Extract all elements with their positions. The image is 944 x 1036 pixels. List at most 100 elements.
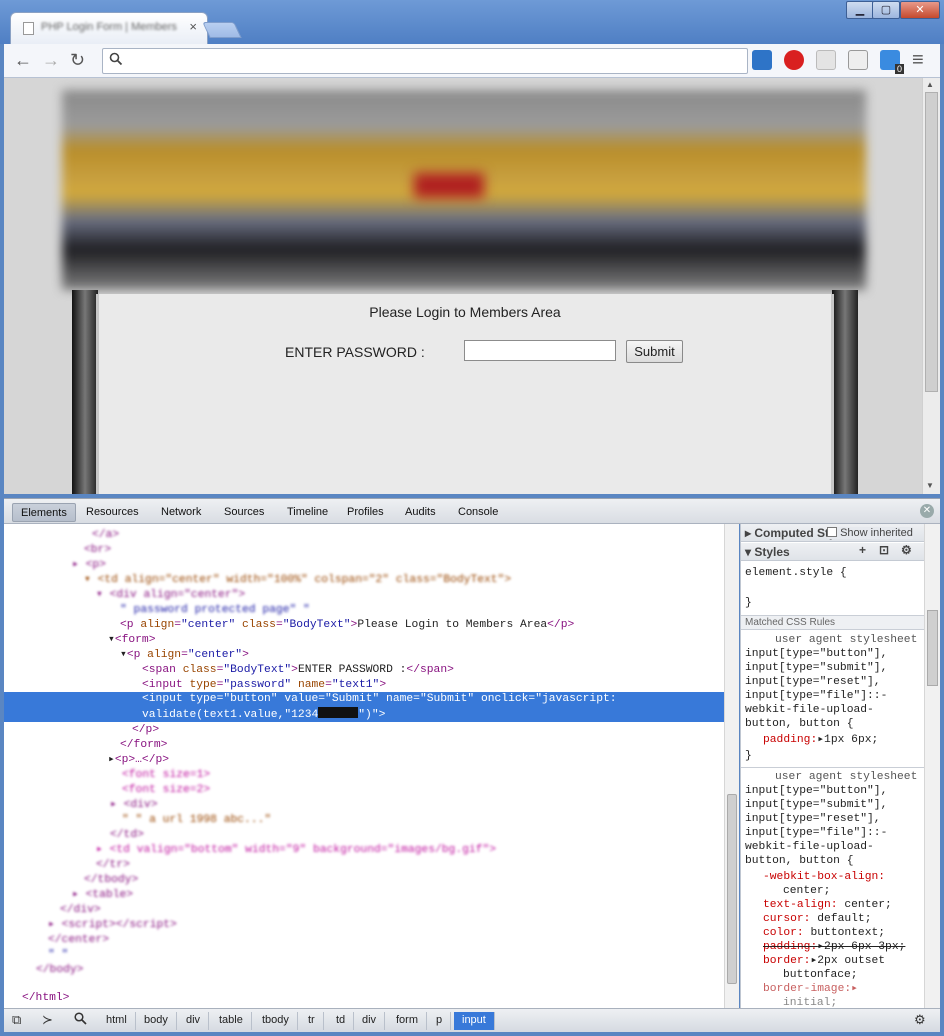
tab-console[interactable]: Console xyxy=(450,503,506,522)
breadcrumb-form[interactable]: form xyxy=(388,1012,427,1030)
gear-icon[interactable]: ⚙ xyxy=(901,543,912,557)
rule-decl[interactable]: border:▸2px outset xyxy=(763,954,885,968)
styles-header[interactable]: ▾ Styles + ⊡ ⚙ xyxy=(741,543,924,561)
breadcrumb-input[interactable]: input xyxy=(454,1012,495,1030)
address-input[interactable] xyxy=(129,51,739,71)
rule-decl[interactable]: -webkit-box-align: xyxy=(763,870,885,884)
tree-line-p-center[interactable]: ▾<p align="center"> xyxy=(120,648,249,663)
console-drawer-icon[interactable]: ≻ xyxy=(42,1012,53,1028)
show-inherited-checkbox[interactable] xyxy=(827,527,837,537)
devtools-close-icon[interactable]: ✕ xyxy=(920,504,934,518)
left-frame xyxy=(72,290,98,494)
submit-button[interactable]: Submit xyxy=(626,340,683,363)
selected-node-input-button[interactable]: <input type="button" value="Submit" name… xyxy=(4,692,724,722)
search-icon[interactable] xyxy=(74,1012,87,1028)
tree-line-span[interactable]: <span class="BodyText">ENTER PASSWORD :<… xyxy=(142,663,454,678)
breadcrumb-body[interactable]: body xyxy=(136,1012,177,1030)
extension-screen-icon[interactable] xyxy=(752,50,772,70)
extension-stop-icon[interactable] xyxy=(784,50,804,70)
extension-envelope-icon[interactable] xyxy=(848,50,868,70)
tree-line-blurred: ▾ <div align="center"> xyxy=(96,589,246,601)
password-input[interactable] xyxy=(464,340,616,361)
login-panel: Please Login to Members Area ENTER PASSW… xyxy=(96,294,834,494)
show-inherited-toggle[interactable]: Show inherited xyxy=(827,527,913,539)
rule-decl[interactable]: cursor: default; xyxy=(763,912,871,926)
breadcrumb-div[interactable]: div xyxy=(354,1012,386,1030)
tab-resources[interactable]: Resources xyxy=(78,503,147,522)
scroll-up-icon[interactable]: ▲ xyxy=(926,80,934,89)
breadcrumb-tbody[interactable]: tbody xyxy=(254,1012,298,1030)
scroll-down-icon[interactable]: ▼ xyxy=(926,481,934,490)
rule-divider xyxy=(741,767,924,768)
element-style-close: } xyxy=(745,597,752,609)
rule-decl[interactable]: border-image:▸ xyxy=(763,982,858,996)
banner-highlight xyxy=(414,173,484,198)
tree-line-html-close[interactable]: </html> xyxy=(22,991,69,1006)
breadcrumb-p[interactable]: p xyxy=(428,1012,452,1030)
elements-scroll-thumb[interactable] xyxy=(727,794,737,984)
page-viewport: Please Login to Members Area ENTER PASSW… xyxy=(4,78,922,494)
dock-icon[interactable]: ⧉ xyxy=(12,1012,21,1028)
reload-button[interactable]: ↻ xyxy=(70,50,85,70)
breadcrumb-html[interactable]: html xyxy=(98,1012,136,1030)
new-tab-button[interactable] xyxy=(202,22,242,38)
breadcrumb-tr[interactable]: tr xyxy=(300,1012,324,1030)
tree-line-form[interactable]: ▾<form> xyxy=(108,633,156,648)
tab-close-icon[interactable]: × xyxy=(189,19,197,34)
breadcrumb-table[interactable]: table xyxy=(211,1012,252,1030)
title-bar: PHP Login Form | Members × ▁ ▢ ✕ xyxy=(0,0,944,44)
tab-audits[interactable]: Audits xyxy=(397,503,444,522)
maximize-button[interactable]: ▢ xyxy=(872,1,900,19)
breadcrumb-td[interactable]: td xyxy=(328,1012,355,1030)
rule-close: } xyxy=(745,750,752,762)
tab-network[interactable]: Network xyxy=(153,503,209,522)
menu-icon[interactable]: ≡ xyxy=(912,50,924,70)
extension-ghost-icon[interactable]: 0 xyxy=(880,50,904,74)
tab-sources[interactable]: Sources xyxy=(216,503,272,522)
devtools-tabbar: Elements Resources Network Sources Timel… xyxy=(4,498,940,524)
back-button[interactable]: ← xyxy=(14,50,32,70)
styles-sidebar: ▸ Computed Style Show inherited ▾ Styles… xyxy=(740,524,924,1008)
rule-decl-value: initial; xyxy=(783,997,838,1008)
tree-line-p-collapsed[interactable]: ▸<p>…</p> xyxy=(108,753,169,768)
page-scrollbar[interactable]: ▲ ▼ xyxy=(922,78,940,494)
tree-line-blurred: ▾ <td align="center" width="100%" colspa… xyxy=(84,574,512,586)
rule-decl-padding[interactable]: padding:▸1px 6px; xyxy=(763,733,878,747)
tab-elements[interactable]: Elements xyxy=(12,503,76,522)
tree-line-blurred: </div> xyxy=(60,904,101,916)
rule-decl[interactable]: color: buttontext; xyxy=(763,926,885,940)
forward-button[interactable]: → xyxy=(42,50,60,70)
tree-line-blurred: </td> xyxy=(110,829,144,841)
elements-scrollbar[interactable] xyxy=(724,524,739,1008)
extension-badge: 0 xyxy=(894,64,904,74)
styles-scrollbar[interactable] xyxy=(924,524,940,1008)
tree-line-p-close[interactable]: </p> xyxy=(132,723,159,738)
tree-line-blurred: " " xyxy=(48,949,69,961)
address-bar[interactable] xyxy=(102,48,748,74)
tree-line-input-button-cont: validate(text1.value,"1234 ")"> xyxy=(142,707,386,721)
extension-document-icon[interactable] xyxy=(816,50,836,70)
element-state-icon[interactable]: ⊡ xyxy=(879,543,889,557)
add-rule-icon[interactable]: + xyxy=(859,543,866,557)
element-style-rule[interactable]: element.style { xyxy=(745,566,847,580)
tree-line-form-close[interactable]: </form> xyxy=(120,738,167,753)
tab-timeline[interactable]: Timeline xyxy=(279,503,336,522)
browser-tab[interactable]: PHP Login Form | Members × xyxy=(10,12,208,44)
close-window-button[interactable]: ✕ xyxy=(900,1,940,19)
rule-selector[interactable]: input[type="button"], input[type="submit… xyxy=(745,784,887,868)
ua-source-label: user agent stylesheet xyxy=(775,634,918,646)
tab-profiles[interactable]: Profiles xyxy=(339,503,392,522)
settings-gear-icon[interactable]: ⚙ xyxy=(914,1012,926,1028)
tab-title: PHP Login Form | Members xyxy=(41,21,177,33)
rule-decl-overridden[interactable]: padding:▸2px 6px 3px; xyxy=(763,940,905,954)
tree-line-p[interactable]: <p align="center" class="BodyText">Pleas… xyxy=(120,618,574,633)
breadcrumb-div[interactable]: div xyxy=(178,1012,210,1030)
styles-scroll-thumb[interactable] xyxy=(927,610,938,686)
page-scroll-thumb[interactable] xyxy=(925,92,938,392)
tree-line-input-password[interactable]: <input type="password" name="text1"> xyxy=(142,678,386,693)
password-label: ENTER PASSWORD : xyxy=(285,344,425,360)
tree-line-blurred: ▸ <table> xyxy=(72,889,134,901)
rule-decl[interactable]: text-align: center; xyxy=(763,898,892,912)
rule-selector[interactable]: input[type="button"], input[type="submit… xyxy=(745,647,887,731)
minimize-button[interactable]: ▁ xyxy=(846,1,874,19)
